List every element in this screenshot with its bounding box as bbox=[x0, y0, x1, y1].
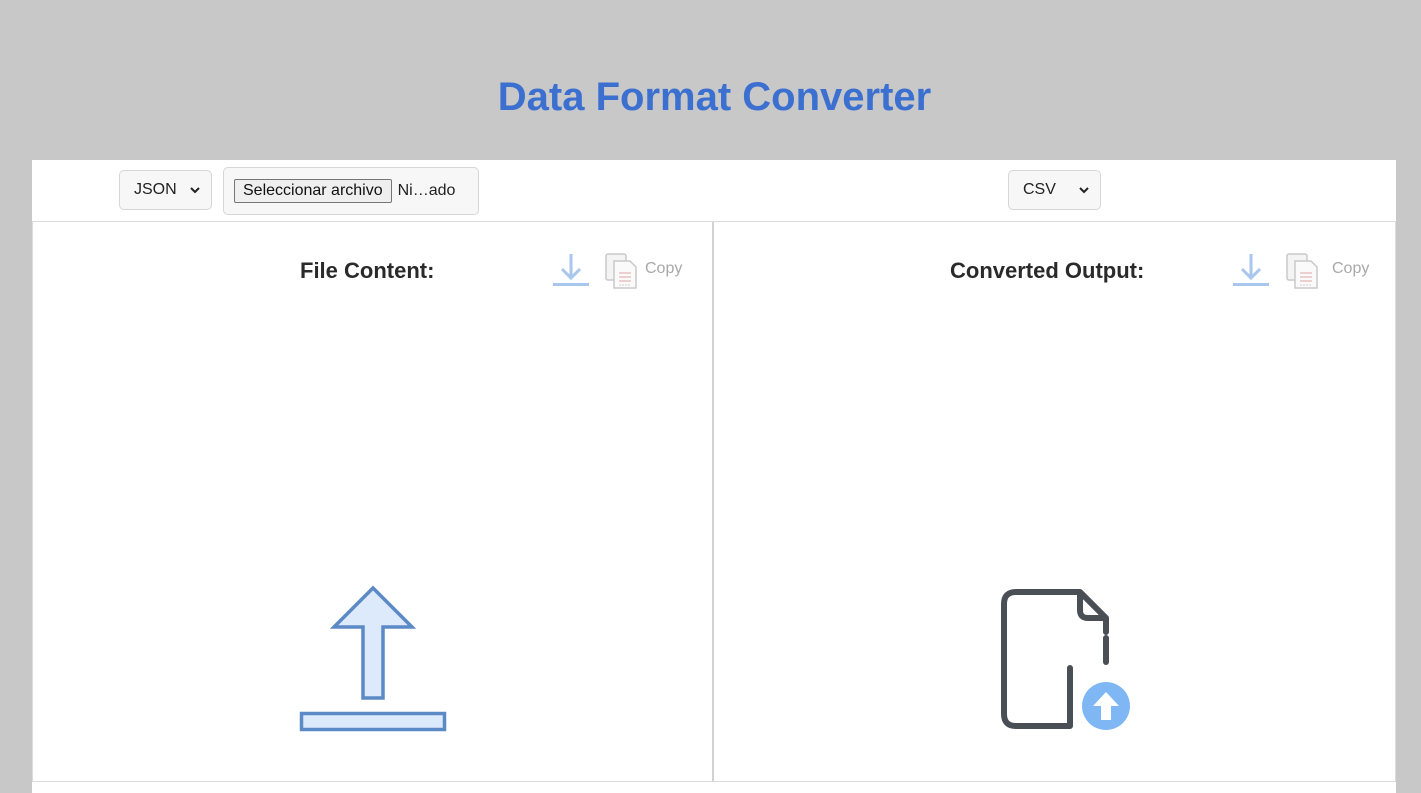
file-content-panel: File Content: Copy bbox=[32, 222, 714, 782]
toolbar: JSON Seleccionar archivo Ni…ado CSV bbox=[32, 160, 1396, 222]
converted-output-title: Converted Output: bbox=[950, 258, 1145, 283]
input-format-value: JSON bbox=[134, 181, 177, 198]
selected-file-name: Ni…ado bbox=[397, 182, 456, 199]
copy-icon[interactable] bbox=[1285, 252, 1319, 290]
file-input[interactable]: Seleccionar archivo Ni…ado bbox=[223, 167, 479, 215]
copy-button[interactable]: Copy bbox=[645, 260, 682, 278]
download-icon[interactable] bbox=[1231, 250, 1271, 290]
copy-icon[interactable] bbox=[604, 252, 638, 290]
choose-file-button[interactable]: Seleccionar archivo bbox=[234, 179, 392, 203]
converter-app: JSON Seleccionar archivo Ni…ado CSV File… bbox=[32, 160, 1396, 793]
converted-output-panel: Converted Output: Copy bbox=[714, 222, 1396, 782]
output-format-value: CSV bbox=[1023, 181, 1056, 198]
file-content-title: File Content: bbox=[300, 258, 435, 283]
page-title: Data Format Converter bbox=[497, 75, 932, 119]
input-format-select[interactable]: JSON bbox=[119, 170, 212, 210]
copy-button[interactable]: Copy bbox=[1332, 260, 1369, 278]
upload-arrow-icon bbox=[299, 585, 447, 732]
file-upload-icon bbox=[1001, 589, 1130, 730]
download-icon[interactable] bbox=[551, 250, 591, 290]
chevron-down-icon bbox=[1079, 187, 1089, 194]
output-format-select[interactable]: CSV bbox=[1008, 170, 1101, 210]
chevron-down-icon bbox=[190, 187, 200, 194]
